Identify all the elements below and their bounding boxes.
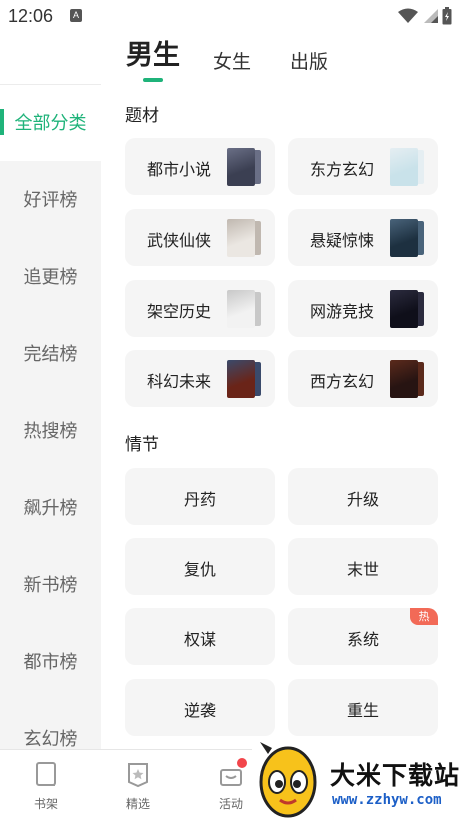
book-cover-stack	[388, 290, 424, 328]
genre-card-label: 悬疑惊悚	[310, 231, 375, 250]
sidebar-item-new[interactable]: 新书榜	[0, 571, 101, 597]
book-cover-front	[390, 148, 418, 186]
genre-card[interactable]: 东方玄幻	[288, 138, 438, 195]
nav-featured-label: 精选	[125, 797, 150, 811]
genre-card[interactable]: 网游竞技	[288, 280, 438, 337]
sidebar-item-all[interactable]: 全部分类	[0, 109, 101, 135]
book-cover-front	[390, 290, 418, 328]
book-cover-stack	[225, 360, 261, 398]
watermark: 大米下载站 www.zzhyw.com	[252, 736, 462, 821]
status-time: 12:06	[8, 6, 54, 26]
tab-publish[interactable]: 出版	[290, 47, 328, 74]
sidebar-item-top-rated[interactable]: 好评榜	[0, 186, 101, 212]
nav-featured[interactable]: 精选	[108, 760, 168, 812]
battery-icon	[442, 7, 452, 25]
genre-card-label: 架空历史	[147, 302, 212, 321]
book-cover-stack	[225, 148, 261, 186]
tab-male[interactable]: 男生	[126, 33, 180, 72]
genre-card-label: 武侠仙侠	[147, 231, 212, 250]
watermark-title: 大米下载站	[330, 761, 461, 790]
book-cover-front	[227, 360, 255, 398]
sidebar-item-rising[interactable]: 飙升榜	[0, 494, 101, 520]
book-cover-stack	[225, 219, 261, 257]
plot-card[interactable]: 丹药	[125, 468, 275, 525]
sidebar: 全部分类 好评榜 追更榜 完结榜 热搜榜 飙升榜 新书榜 都市榜 玄幻榜	[0, 84, 101, 751]
tab-female[interactable]: 女生	[213, 47, 251, 74]
genre-card[interactable]: 科幻未来	[125, 350, 275, 407]
status-icons	[398, 7, 452, 25]
book-cover-stack	[388, 360, 424, 398]
genre-card[interactable]: 都市小说	[125, 138, 275, 195]
plot-card[interactable]: 逆袭	[125, 679, 275, 736]
activity-notification-dot	[237, 758, 247, 768]
status-bar: 12:06 A	[0, 0, 462, 32]
genre-card[interactable]: 武侠仙侠	[125, 209, 275, 266]
signal-icon	[424, 9, 438, 23]
sidebar-item-urban[interactable]: 都市榜	[0, 648, 101, 674]
genre-card-label: 西方玄幻	[310, 372, 375, 391]
book-cover-front	[390, 360, 418, 398]
hot-badge: 热	[410, 608, 438, 625]
plot-card[interactable]: 末世	[288, 538, 438, 595]
nav-bookshelf-label: 书架	[33, 797, 58, 811]
genre-card[interactable]: 西方玄幻	[288, 350, 438, 407]
plot-card[interactable]: 升级	[288, 468, 438, 525]
bookshelf-icon	[36, 762, 56, 786]
genre-card-label: 都市小说	[147, 160, 212, 179]
genre-card-label: 科幻未来	[147, 372, 212, 391]
plot-card[interactable]: 系统热	[288, 608, 438, 665]
plot-card-label: 权谋	[183, 630, 216, 649]
sidebar-item-completed[interactable]: 完结榜	[0, 340, 101, 366]
plot-card[interactable]: 权谋	[125, 608, 275, 665]
genre-card-label: 网游竞技	[310, 302, 375, 321]
plot-card-label: 末世	[346, 560, 379, 579]
genre-card-label: 东方玄幻	[310, 160, 375, 179]
plot-section-title: 情节	[125, 435, 159, 455]
book-cover-stack	[388, 219, 424, 257]
watermark-url: www.zzhyw.com	[332, 792, 442, 808]
featured-icon	[128, 763, 148, 788]
book-cover-front	[227, 219, 255, 257]
plot-card-label: 升级	[346, 490, 379, 509]
book-cover-stack	[225, 290, 261, 328]
genre-card[interactable]: 架空历史	[125, 280, 275, 337]
plot-card[interactable]: 重生	[288, 679, 438, 736]
plot-card-label: 复仇	[183, 560, 216, 579]
plot-card-label: 逆袭	[183, 701, 216, 720]
genre-section-title: 题材	[125, 106, 159, 126]
sidebar-item-fantasy[interactable]: 玄幻榜	[0, 725, 101, 751]
book-cover-front	[227, 148, 255, 186]
book-cover-stack	[388, 148, 424, 186]
genre-card[interactable]: 悬疑惊悚	[288, 209, 438, 266]
wifi-icon	[398, 8, 418, 23]
gender-tabs: 男生 女生 出版	[0, 32, 462, 84]
sidebar-item-updates[interactable]: 追更榜	[0, 263, 101, 289]
plot-card-label: 丹药	[183, 490, 216, 509]
notification-icon: A	[70, 9, 82, 22]
book-cover-front	[390, 219, 418, 257]
sidebar-item-hot-search[interactable]: 热搜榜	[0, 417, 101, 443]
book-cover-front	[227, 290, 255, 328]
plot-card-label: 重生	[346, 701, 379, 720]
active-tab-indicator	[143, 78, 163, 82]
egg-mascot-logo	[259, 742, 317, 818]
plot-card[interactable]: 复仇	[125, 538, 275, 595]
nav-bookshelf[interactable]: 书架	[16, 760, 76, 812]
